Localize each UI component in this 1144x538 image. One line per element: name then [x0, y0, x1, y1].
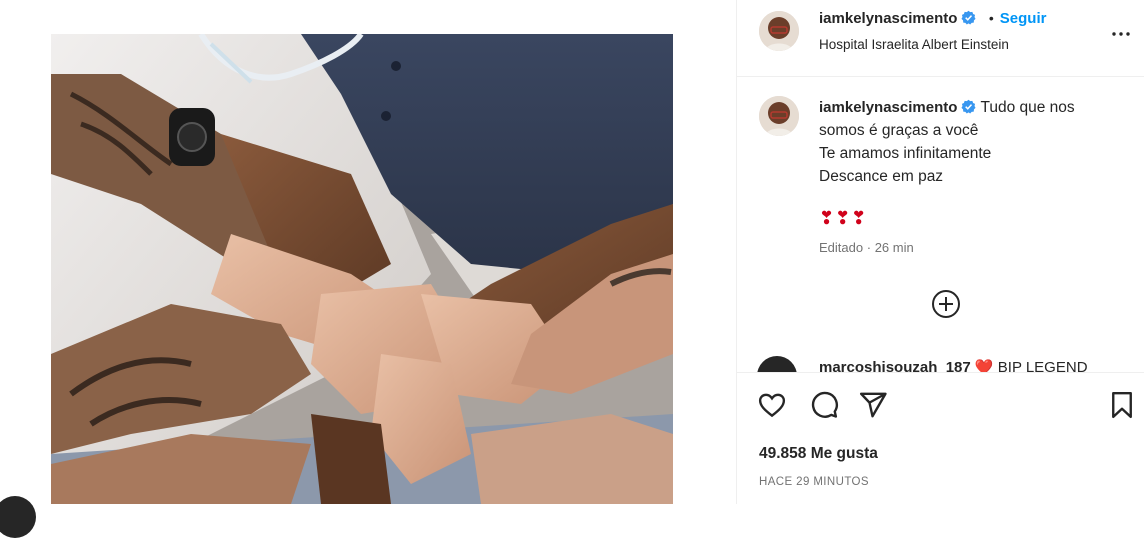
caption-author-avatar[interactable] [759, 96, 799, 136]
meta-separator: · [866, 240, 872, 255]
author-avatar[interactable] [759, 11, 799, 51]
author-username[interactable]: iamkelynascimento [819, 10, 957, 27]
caption-line-1: Tudo que nos [980, 99, 1075, 116]
caption-username[interactable]: iamkelynascimento [819, 99, 957, 116]
caption-line-4: Descance em paz [819, 168, 944, 185]
caption-line-2: somos é graças a você [819, 122, 979, 139]
caption-age[interactable]: 26 min [875, 240, 914, 255]
comment-text: marcoshisouzah_187 ❤️ BIP LEGEND [819, 358, 1088, 372]
post-timestamp[interactable]: HACE 29 MINUTOS [759, 476, 869, 488]
post-header: iamkelynascimento • Seguir Hospital Israe… [737, 0, 1144, 77]
caption-line-3: Te amamos infinitamente [819, 145, 992, 162]
previous-post-button[interactable] [0, 496, 36, 538]
post-photo[interactable] [51, 34, 673, 504]
verified-badge-icon [961, 10, 976, 25]
post-actions: 49.858 Me gusta HACE 29 MINUTOS [737, 372, 1144, 505]
commenter-avatar[interactable] [757, 356, 797, 372]
caption-meta: Editado · 26 min [819, 240, 914, 255]
comment-icon[interactable] [809, 390, 839, 420]
follow-button[interactable]: Seguir [1000, 10, 1047, 27]
post-caption: iamkelynascimento Tudo que nos somos é g… [819, 96, 1119, 188]
comment-message: ❤️ BIP LEGEND [974, 359, 1088, 372]
next-comment-peek: marcoshisouzah_187 ❤️ BIP LEGEND [757, 356, 1144, 372]
commenter-username[interactable]: marcoshisouzah_187 [819, 359, 971, 372]
heart-icon[interactable] [757, 390, 787, 420]
bookmark-icon[interactable] [1107, 390, 1137, 420]
load-more-comments-icon[interactable] [930, 288, 962, 320]
post-location[interactable]: Hospital Israelita Albert Einstein [819, 37, 1009, 52]
more-options-icon[interactable] [1109, 22, 1133, 46]
post-side-panel: iamkelynascimento • Seguir Hospital Israe… [736, 0, 1144, 505]
share-icon[interactable] [858, 390, 888, 420]
likes-count[interactable]: 49.858 Me gusta [759, 445, 878, 463]
verified-badge-icon [961, 98, 976, 114]
caption-heart-emojis: ❣❣❣ [819, 208, 868, 228]
follow-separator: • [988, 10, 994, 26]
edited-label: Editado [819, 240, 864, 255]
